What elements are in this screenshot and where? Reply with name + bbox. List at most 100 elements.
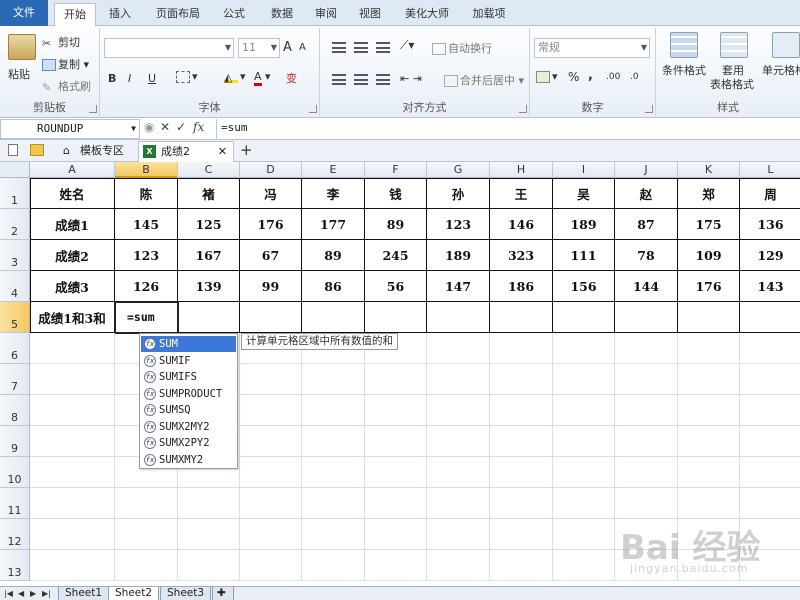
cell-styles-button[interactable]: 单元格格 [762,62,800,78]
sheet-tab-sheet3[interactable]: Sheet3 [160,587,212,600]
row-header[interactable]: 8 [0,395,30,426]
table-cell[interactable] [115,519,178,550]
copy-button[interactable]: 复制 ▾ [42,56,89,72]
row-header[interactable]: 11 [0,488,30,519]
align-left-icon[interactable] [332,74,346,85]
cut-button[interactable]: ✂ 剪切 [42,34,80,50]
table-cell[interactable] [427,302,490,333]
folder-icon[interactable] [30,143,46,156]
tab-view[interactable]: 视图 [352,3,388,26]
autocomplete-item[interactable]: fx SUMX2MY2 [141,419,236,435]
bold-button[interactable]: B [108,72,116,85]
tab-home[interactable]: 开始 [54,3,96,27]
table-cell[interactable]: 323 [490,240,553,271]
orientation-button[interactable]: ⟋▾ [400,38,414,53]
table-cell[interactable] [678,395,740,426]
table-cell[interactable] [240,426,302,457]
column-header[interactable]: I [553,162,615,178]
row-header[interactable]: 9 [0,426,30,457]
font-color-button[interactable]: A ▾ [254,70,271,86]
table-cell[interactable] [178,519,240,550]
table-cell[interactable]: 冯 [240,178,302,209]
tab-addins[interactable]: 加载项 [466,3,512,26]
table-cell[interactable] [178,488,240,519]
row-header[interactable]: 13 [0,550,30,581]
table-cell[interactable]: 钱 [365,178,427,209]
next-sheet-icon[interactable]: ▶ [30,587,36,600]
table-cell[interactable] [490,333,553,364]
table-cell[interactable] [178,550,240,581]
table-cell[interactable]: 成绩3 [30,271,115,302]
table-cell[interactable]: 李 [302,178,365,209]
row-header[interactable]: 5 [0,302,30,333]
table-cell[interactable] [553,302,615,333]
table-cell[interactable] [553,457,615,488]
table-cell[interactable] [490,426,553,457]
select-all-corner[interactable] [0,162,30,178]
column-header[interactable]: C [178,162,240,178]
table-cell[interactable] [302,364,365,395]
table-cell[interactable]: 86 [302,271,365,302]
table-cell[interactable] [740,457,800,488]
table-cell[interactable] [240,550,302,581]
phonetic-button[interactable]: 变 [286,70,297,86]
table-cell[interactable] [553,333,615,364]
table-cell[interactable]: 177 [302,209,365,240]
table-cell[interactable] [365,550,427,581]
align-middle-icon[interactable] [354,42,368,53]
table-cell[interactable] [740,364,800,395]
table-cell[interactable] [553,519,615,550]
table-cell[interactable]: 109 [678,240,740,271]
alignment-launcher-icon[interactable] [519,105,527,113]
table-cell[interactable] [427,426,490,457]
table-cell[interactable]: 245 [365,240,427,271]
autocomplete-item[interactable]: fx SUMIFS [141,369,236,385]
table-cell[interactable] [490,519,553,550]
add-tab-button[interactable]: + [240,141,253,159]
table-cell[interactable] [30,426,115,457]
autocomplete-item[interactable]: fx SUMIF [141,353,236,369]
table-cell[interactable] [115,550,178,581]
table-cell[interactable] [365,488,427,519]
table-cell[interactable] [302,488,365,519]
table-cell[interactable]: 156 [553,271,615,302]
table-cell[interactable]: 129 [740,240,800,271]
table-cell[interactable] [678,302,740,333]
table-cell[interactable] [615,333,678,364]
table-cell[interactable] [490,395,553,426]
table-cell[interactable]: 189 [427,240,490,271]
table-cell[interactable] [678,333,740,364]
table-cell[interactable]: 78 [615,240,678,271]
grow-font-button[interactable]: A [283,40,292,55]
formula-input[interactable]: =sum [216,119,800,139]
table-cell[interactable] [30,364,115,395]
table-cell[interactable] [615,395,678,426]
prev-sheet-icon[interactable]: ◀ [18,587,24,600]
font-size-select[interactable]: 11 ▼ [238,38,280,58]
table-cell[interactable]: 周 [740,178,800,209]
table-cell[interactable] [490,550,553,581]
column-header[interactable]: G [427,162,490,178]
table-cell[interactable]: 褚 [178,178,240,209]
table-cell[interactable] [740,395,800,426]
table-cell[interactable]: 125 [178,209,240,240]
table-cell[interactable] [240,302,302,333]
column-header[interactable]: L [740,162,800,178]
table-cell[interactable]: 王 [490,178,553,209]
table-cell[interactable] [30,395,115,426]
indent-buttons[interactable]: ⇤ ⇥ [400,72,422,85]
table-cell[interactable] [240,364,302,395]
table-cell[interactable] [115,488,178,519]
table-cell[interactable] [240,395,302,426]
table-cell[interactable] [302,457,365,488]
table-cell[interactable] [678,457,740,488]
column-header[interactable]: B [115,162,178,178]
table-cell[interactable]: 186 [490,271,553,302]
comma-button[interactable]: , [588,68,593,83]
table-cell[interactable]: 89 [302,240,365,271]
align-bottom-icon[interactable] [376,42,390,53]
shrink-font-button[interactable]: A [299,42,306,53]
table-cell[interactable] [302,550,365,581]
row-header[interactable]: 7 [0,364,30,395]
table-cell[interactable]: 赵 [615,178,678,209]
